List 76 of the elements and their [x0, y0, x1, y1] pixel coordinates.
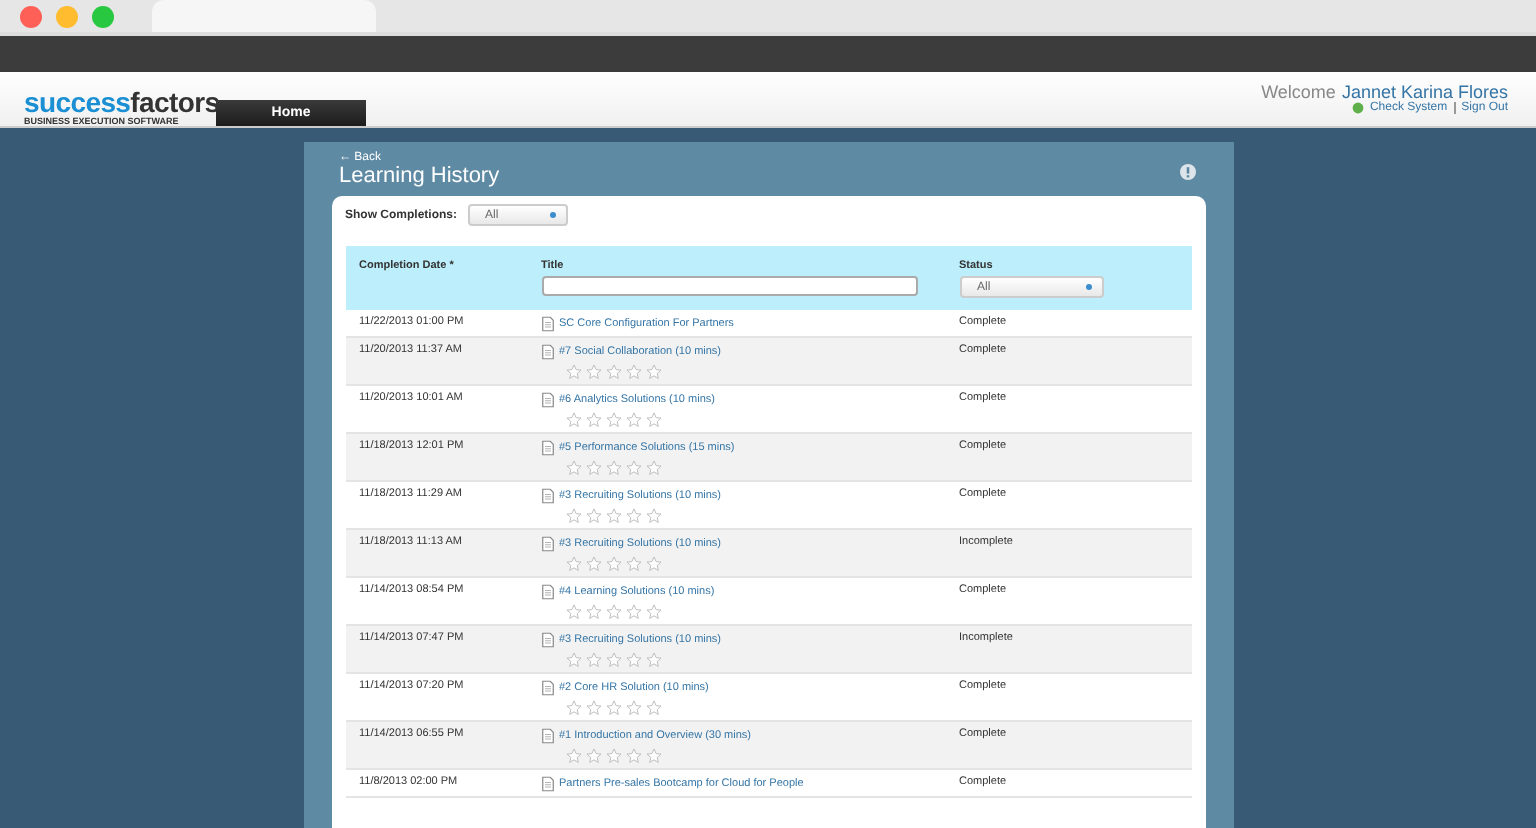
star-icon[interactable]	[625, 652, 641, 668]
title-filter-field[interactable]	[541, 276, 917, 296]
star-icon[interactable]	[625, 604, 641, 620]
star-icon[interactable]	[565, 700, 581, 716]
star-icon[interactable]	[565, 508, 581, 524]
document-icon	[541, 392, 553, 408]
star-icon[interactable]	[585, 652, 601, 668]
star-rating[interactable]	[565, 556, 661, 572]
star-icon[interactable]	[585, 556, 601, 572]
star-rating[interactable]	[565, 748, 661, 764]
star-icon[interactable]	[565, 364, 581, 380]
star-icon[interactable]	[565, 748, 581, 764]
star-icon[interactable]	[605, 412, 621, 428]
document-icon	[541, 632, 553, 648]
star-icon[interactable]	[645, 556, 661, 572]
document-icon	[541, 440, 553, 456]
star-icon[interactable]	[645, 508, 661, 524]
star-rating[interactable]	[565, 508, 661, 524]
star-rating[interactable]	[565, 412, 661, 428]
star-icon[interactable]	[625, 364, 641, 380]
star-icon[interactable]	[585, 412, 601, 428]
document-icon	[541, 488, 553, 504]
star-icon[interactable]	[645, 700, 661, 716]
star-icon[interactable]	[585, 700, 601, 716]
document-icon	[541, 728, 553, 744]
star-icon[interactable]	[565, 460, 581, 476]
document-icon	[541, 680, 553, 696]
star-rating[interactable]	[565, 460, 661, 476]
star-rating[interactable]	[565, 700, 661, 716]
star-icon[interactable]	[585, 748, 601, 764]
welcome-label: Welcome	[1261, 82, 1336, 102]
star-icon[interactable]	[565, 652, 581, 668]
star-icon[interactable]	[565, 556, 581, 572]
page-title: Learning History	[339, 164, 500, 188]
star-icon[interactable]	[605, 508, 621, 524]
star-icon[interactable]	[605, 748, 621, 764]
document-icon	[541, 344, 553, 360]
star-icon[interactable]	[625, 460, 641, 476]
star-icon[interactable]	[645, 364, 661, 380]
star-icon[interactable]	[565, 604, 581, 620]
document-icon	[541, 776, 553, 792]
browser-tab[interactable]	[152, 0, 376, 32]
document-icon	[541, 584, 553, 600]
star-icon[interactable]	[645, 460, 661, 476]
star-icon[interactable]	[605, 556, 621, 572]
star-icon[interactable]	[625, 700, 641, 716]
star-icon[interactable]	[605, 604, 621, 620]
document-icon	[541, 316, 553, 332]
close-icon[interactable]	[20, 5, 42, 27]
star-icon[interactable]	[645, 748, 661, 764]
document-icon	[541, 536, 553, 552]
star-icon[interactable]	[645, 604, 661, 620]
star-icon[interactable]	[585, 604, 601, 620]
star-icon[interactable]	[605, 460, 621, 476]
help-icon[interactable]	[1179, 164, 1195, 180]
maximize-icon[interactable]	[92, 5, 114, 27]
star-icon[interactable]	[625, 748, 641, 764]
star-icon[interactable]	[625, 556, 641, 572]
star-icon[interactable]	[645, 412, 661, 428]
star-icon[interactable]	[605, 700, 621, 716]
minimize-icon[interactable]	[56, 5, 78, 27]
star-icon[interactable]	[605, 364, 621, 380]
star-icon[interactable]	[645, 652, 661, 668]
user-name: Jannet Karina Flores	[1341, 82, 1508, 102]
star-icon[interactable]	[565, 412, 581, 428]
status-icon	[1351, 102, 1364, 114]
star-icon[interactable]	[585, 364, 601, 380]
logo-wordmark: successfactors	[24, 88, 216, 116]
star-icon[interactable]	[585, 508, 601, 524]
star-icon[interactable]	[625, 508, 641, 524]
star-rating[interactable]	[565, 364, 661, 380]
star-icon[interactable]	[625, 412, 641, 428]
star-icon[interactable]	[605, 652, 621, 668]
star-rating[interactable]	[565, 652, 661, 668]
star-icon[interactable]	[585, 460, 601, 476]
star-rating[interactable]	[565, 604, 661, 620]
